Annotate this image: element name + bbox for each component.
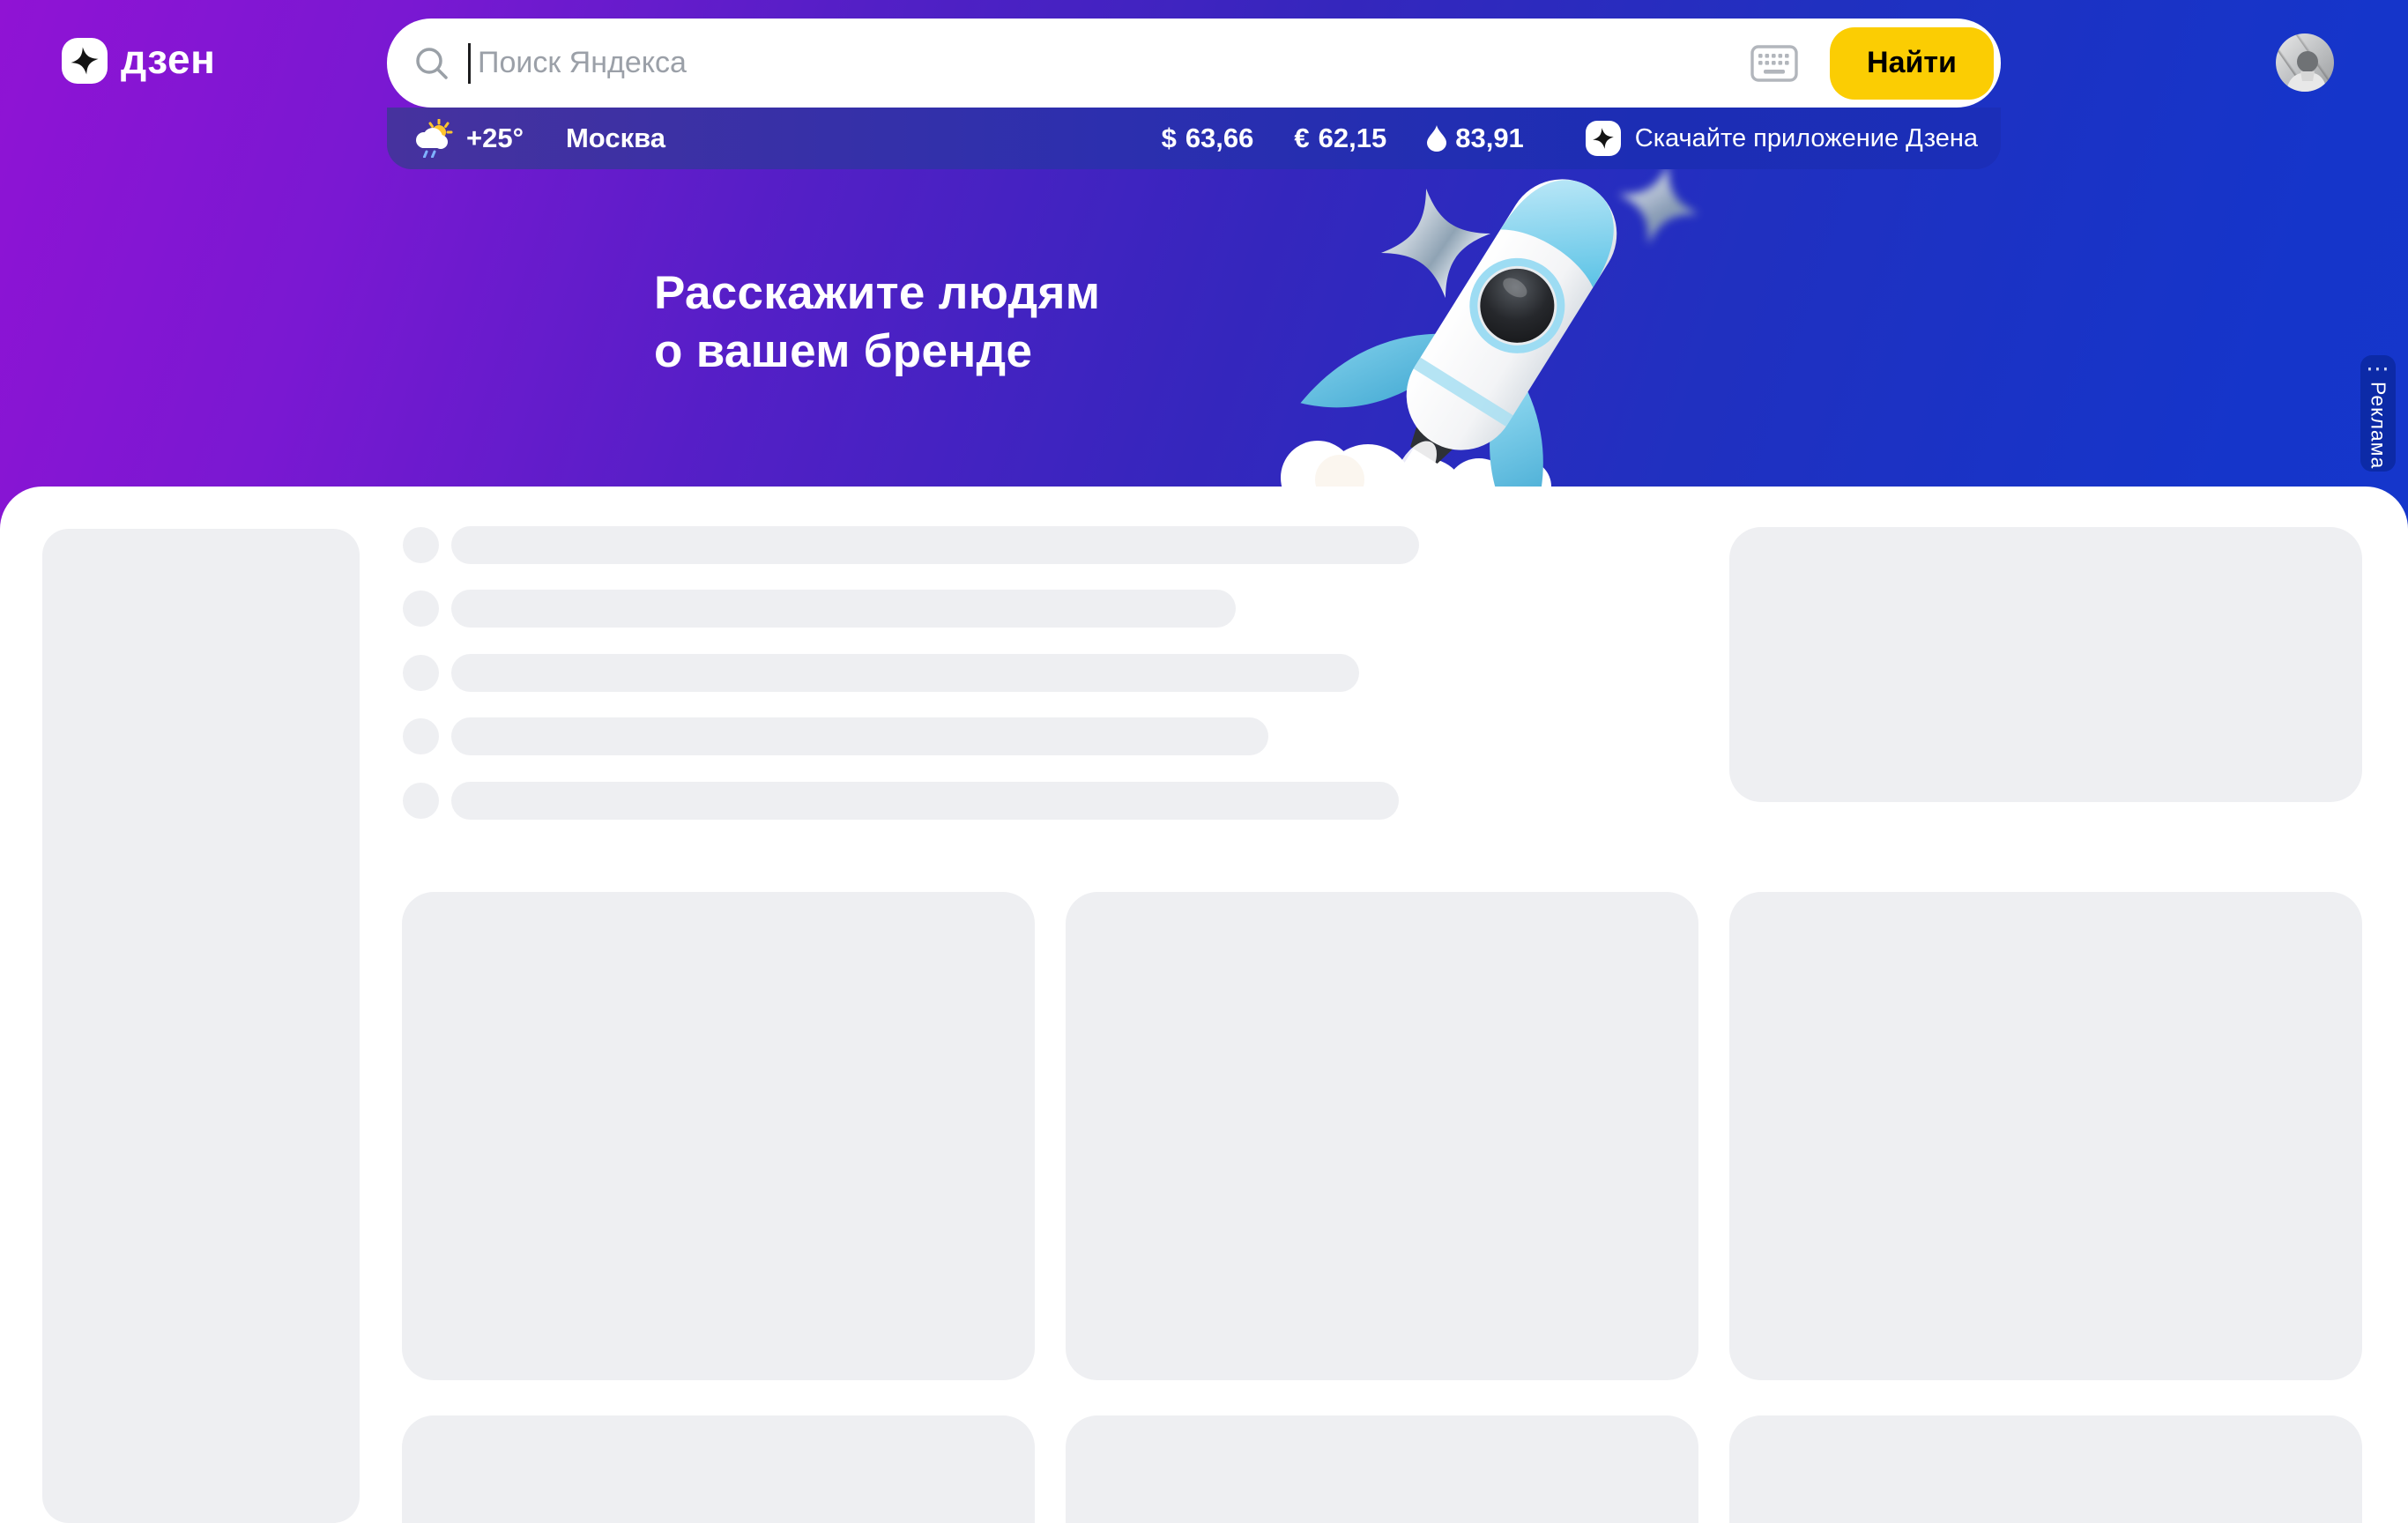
ad-info-tab[interactable]: ⋯ Реклама: [2360, 355, 2396, 472]
content-card-skeleton: [1729, 892, 2362, 1380]
feed-row-bar-skeleton: [451, 526, 1419, 564]
user-avatar[interactable]: [2276, 33, 2334, 92]
search-icon: [413, 45, 450, 82]
usd-rate[interactable]: $ 63,66: [1162, 123, 1254, 154]
content-card-skeleton: [1729, 1415, 2362, 1523]
eur-value: 62,15: [1319, 123, 1387, 154]
usd-symbol: $: [1162, 123, 1177, 154]
search-input[interactable]: [476, 45, 1750, 81]
feed-row-bar-skeleton: [451, 654, 1359, 692]
dzen-homepage: Расскажите людям о вашем бренде ⋯ Реклам…: [0, 0, 2408, 1523]
content-card-skeleton: [1066, 892, 1698, 1380]
keyboard-icon[interactable]: [1750, 45, 1798, 82]
info-bar: +25° Москва $ 63,66 € 62,15 83,91: [387, 108, 2001, 169]
search-submit-button[interactable]: Найти: [1830, 27, 1994, 100]
search-bar[interactable]: Найти: [387, 19, 2001, 108]
oil-rate[interactable]: 83,91: [1427, 123, 1524, 154]
dzen-mini-logo-icon: [1586, 121, 1621, 156]
sidebar-skeleton: [42, 529, 360, 1523]
feed-row-avatar-skeleton: [403, 527, 439, 563]
eur-symbol: €: [1294, 123, 1309, 154]
ad-menu-dots-icon[interactable]: ⋯: [2366, 357, 2390, 380]
text-cursor: [468, 43, 471, 84]
rocket-illustration: [1234, 160, 1780, 513]
dzen-logo[interactable]: дзен: [62, 35, 215, 86]
feed-row-avatar-skeleton: [403, 591, 439, 627]
content-card-skeleton: [402, 1415, 1035, 1523]
dzen-logo-text: дзен: [121, 39, 215, 83]
droplet-icon: [1427, 125, 1446, 152]
eur-rate[interactable]: € 62,15: [1294, 123, 1386, 154]
temperature-value: +25°: [466, 123, 524, 154]
widget-card-skeleton: [1729, 527, 2362, 802]
weather-sun-rain-icon: [412, 119, 454, 158]
content-card-skeleton: [1066, 1415, 1698, 1523]
city-link[interactable]: Москва: [566, 123, 665, 154]
app-promo-link[interactable]: Скачайте приложение Дзена: [1586, 121, 1978, 156]
hero-title-line1: Расскажите людям: [654, 264, 1100, 323]
feed-row-bar-skeleton: [451, 717, 1268, 755]
app-promo-text: Скачайте приложение Дзена: [1635, 124, 1978, 153]
content-card-skeleton: [402, 892, 1035, 1380]
hero-title-line2: о вашем бренде: [654, 323, 1100, 381]
feed-row-avatar-skeleton: [403, 655, 439, 691]
feed-row-bar-skeleton: [451, 590, 1236, 628]
dzen-star-icon: [62, 38, 108, 84]
rates-and-promo: $ 63,66 € 62,15 83,91 Скачайте приложени…: [1162, 121, 1978, 156]
weather-block[interactable]: +25° Москва: [412, 119, 665, 158]
hero-banner-title: Расскажите людям о вашем бренде: [654, 264, 1100, 381]
feed-row-avatar-skeleton: [403, 718, 439, 754]
oil-value: 83,91: [1455, 123, 1524, 154]
feed-row-avatar-skeleton: [403, 783, 439, 819]
feed-row-bar-skeleton: [451, 782, 1399, 820]
usd-value: 63,66: [1185, 123, 1254, 154]
content-panel: [0, 487, 2408, 1523]
ad-tab-label: Реклама: [2367, 382, 2390, 469]
